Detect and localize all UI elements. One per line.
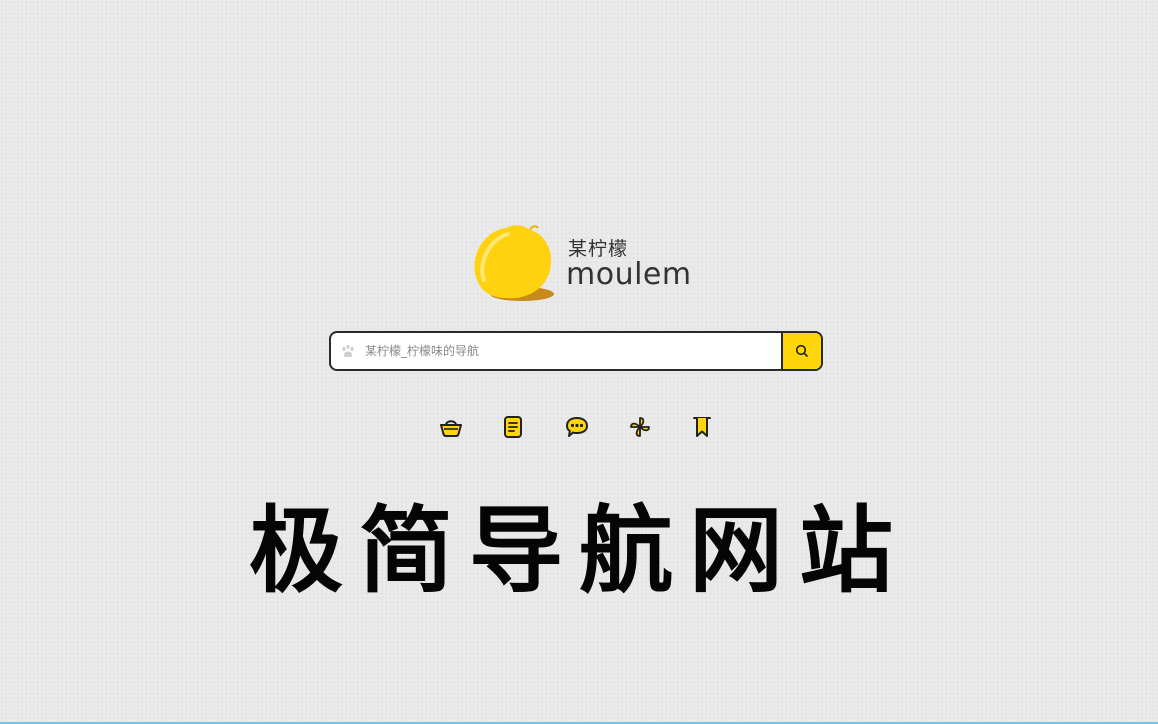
quick-link-shopping[interactable] [437,413,465,441]
search-button[interactable] [781,333,821,369]
notepad-icon [504,416,522,438]
video-caption: 极简导航网站 [248,497,909,606]
bookmark-icon [693,417,711,437]
quick-link-chat[interactable] [563,413,591,441]
quick-link-tools[interactable] [626,413,654,441]
quick-links [0,413,1158,441]
search-input[interactable] [365,333,781,369]
paw-icon [342,344,354,358]
lemon-logo-icon [474,225,554,301]
search-bar [329,331,823,371]
basket-icon [440,420,462,437]
chat-bubble-icon [566,417,588,437]
search-icon [795,344,808,357]
site-logo[interactable]: 某柠檬 moulem [470,222,692,304]
pinwheel-icon [630,417,650,437]
logo-english-name: moulem [566,257,692,292]
quick-link-bookmarks[interactable] [688,413,716,441]
quick-link-notes[interactable] [499,413,527,441]
search-engine-selector[interactable] [331,333,365,369]
